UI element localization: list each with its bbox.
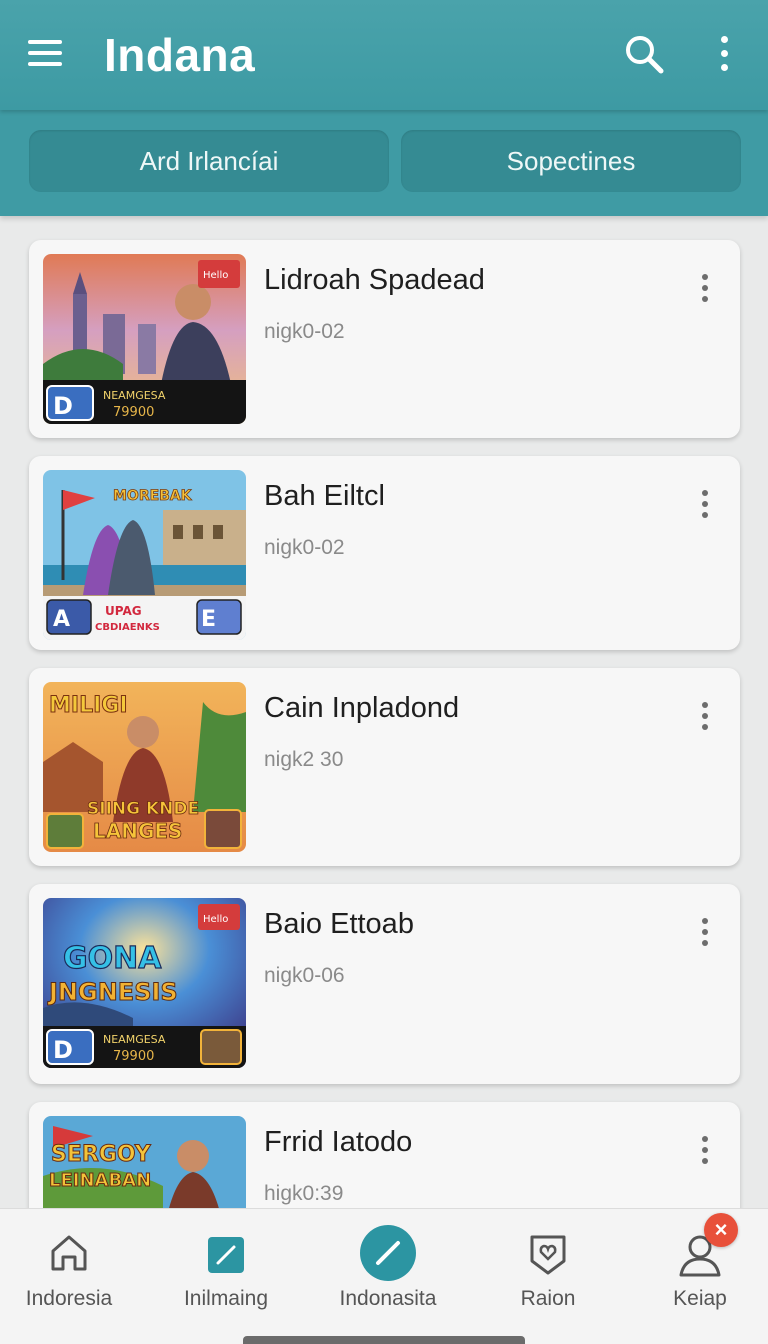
item-more-icon[interactable] [693, 914, 717, 954]
search-icon[interactable] [620, 30, 668, 78]
item-title: Baio Ettoab [264, 908, 414, 940]
svg-text:NEAMGESA: NEAMGESA [103, 1033, 166, 1046]
game-thumbnail: GONA JNGNESIS Hello D NEAMGESA 79900 [43, 898, 246, 1068]
notification-badge[interactable]: × [704, 1213, 738, 1247]
item-more-icon[interactable] [693, 486, 717, 526]
shield-heart-icon [530, 1235, 566, 1275]
more-vertical-icon[interactable] [706, 30, 742, 78]
svg-text:LEINABAN: LEINABAN [49, 1170, 151, 1191]
svg-text:79900: 79900 [113, 405, 154, 420]
content-list: D NEAMGESA 79900 Hello Lidroah Spadead n… [0, 216, 768, 1208]
nav-label: Raion [520, 1287, 576, 1310]
item-subtitle: higk0:39 [264, 1182, 344, 1205]
item-title: Cain Inpladond [264, 692, 460, 724]
filter-chip-1[interactable]: Ard Irlancíai [29, 130, 389, 192]
nav-label: Inilmaing [183, 1287, 269, 1310]
edit-square-icon [208, 1237, 244, 1273]
list-item[interactable]: MOREBAK A UPAG CBDIAENKS E Bah Eiltcl ni… [29, 456, 740, 650]
home-icon [51, 1235, 87, 1271]
game-thumbnail: MOREBAK A UPAG CBDIAENKS E [43, 470, 246, 640]
svg-text:NEAMGESA: NEAMGESA [103, 389, 166, 402]
nav-item-edit[interactable]: Inilmaing [151, 1209, 301, 1329]
svg-text:Hello: Hello [203, 270, 228, 281]
nav-item-compose[interactable]: Indonasita [313, 1209, 463, 1329]
game-thumbnail: MILIGI SIING KNDE LANGES [43, 682, 246, 852]
list-item[interactable]: SERGOY LEINABAN Frrid Iatodo higk0:39 [29, 1102, 740, 1208]
list-item[interactable]: GONA JNGNESIS Hello D NEAMGESA 79900 Bai… [29, 884, 740, 1084]
app-title: Indana [104, 29, 256, 81]
item-title: Lidroah Spadead [264, 264, 485, 296]
item-subtitle: nigk0-06 [264, 964, 345, 987]
svg-text:CBDIAENKS: CBDIAENKS [95, 622, 160, 633]
svg-text:LANGES: LANGES [93, 819, 182, 843]
svg-text:SERGOY: SERGOY [51, 1142, 152, 1167]
pencil-circle-icon [360, 1225, 416, 1281]
nav-label: Indoresia [25, 1287, 113, 1310]
svg-text:79900: 79900 [113, 1049, 154, 1064]
svg-text:D: D [53, 1036, 73, 1064]
svg-text:SIING KNDE: SIING KNDE [87, 799, 199, 819]
item-title: Bah Eiltcl [264, 480, 385, 512]
item-more-icon[interactable] [693, 698, 717, 738]
nav-label: Indonasita [339, 1287, 437, 1310]
nav-item-home[interactable]: Indoresia [0, 1209, 144, 1329]
game-thumbnail: SERGOY LEINABAN [43, 1116, 246, 1208]
svg-text:MILIGI: MILIGI [49, 693, 128, 718]
item-subtitle: nigk2 30 [264, 748, 344, 771]
item-subtitle: nigk0-02 [264, 536, 345, 559]
item-subtitle: nigk0-02 [264, 320, 345, 343]
item-more-icon[interactable] [693, 1132, 717, 1172]
app-bar: Indana [0, 0, 768, 110]
filter-bar: Ard Irlancíai Sopectines [0, 110, 768, 216]
list-item[interactable]: MILIGI SIING KNDE LANGES Cain Inpladond … [29, 668, 740, 866]
svg-text:E: E [201, 607, 216, 632]
svg-text:UPAG: UPAG [105, 604, 142, 618]
item-title: Frrid Iatodo [264, 1126, 413, 1158]
svg-text:Hello: Hello [203, 914, 228, 925]
svg-text:A: A [53, 607, 70, 632]
thumb-badge-left: D [53, 392, 73, 420]
nav-item-raion[interactable]: Raion [473, 1209, 623, 1329]
nav-item-profile[interactable]: Keiap [625, 1209, 768, 1329]
filter-chip-2[interactable]: Sopectines [401, 130, 741, 192]
svg-text:MOREBAK: MOREBAK [113, 488, 193, 504]
hamburger-menu-icon[interactable] [26, 36, 66, 72]
nav-label: Keiap [673, 1287, 727, 1310]
game-thumbnail: D NEAMGESA 79900 Hello [43, 254, 246, 424]
list-item[interactable]: D NEAMGESA 79900 Hello Lidroah Spadead n… [29, 240, 740, 438]
item-more-icon[interactable] [693, 270, 717, 310]
svg-text:JNGNESIS: JNGNESIS [47, 978, 178, 1006]
svg-text:GONA: GONA [63, 941, 162, 976]
home-indicator[interactable] [243, 1336, 525, 1344]
bottom-nav: Indoresia Inilmaing Indonasita Raion Kei… [0, 1208, 768, 1344]
